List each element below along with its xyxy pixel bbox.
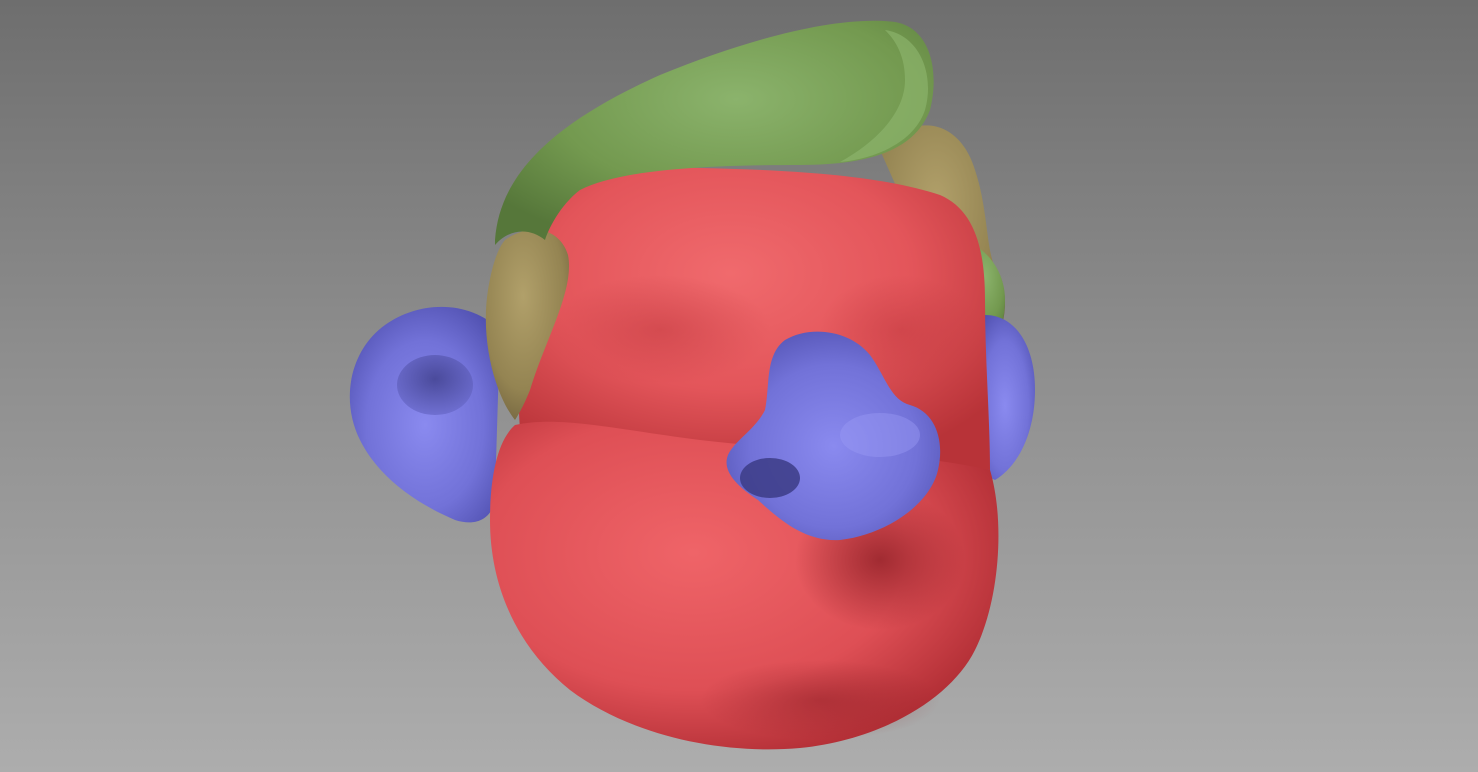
ear-left xyxy=(349,306,500,523)
nostril xyxy=(740,458,800,498)
brow-left xyxy=(550,275,770,385)
sculpt-model[interactable] xyxy=(0,0,1478,772)
nose-highlight xyxy=(840,413,920,457)
chin-shadow xyxy=(700,660,940,740)
ear-left-hollow xyxy=(397,355,473,415)
sculpt-viewport[interactable] xyxy=(0,0,1478,772)
